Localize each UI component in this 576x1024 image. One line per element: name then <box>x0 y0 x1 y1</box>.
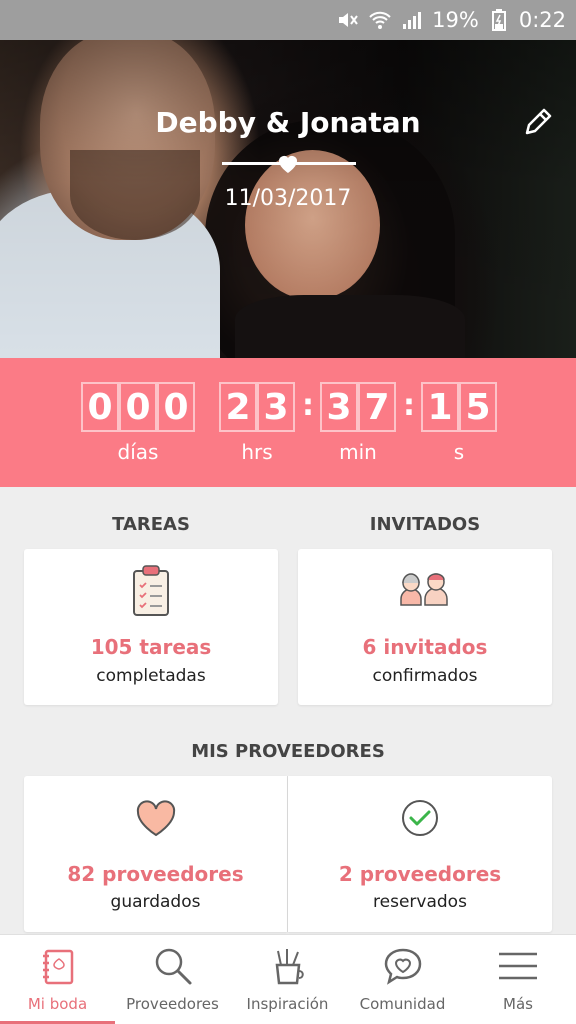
nav-item-inspiracion[interactable]: Inspiración <box>230 935 345 1024</box>
couple-photo[interactable]: Debby & Jonatan 11/03/2017 <box>0 40 576 358</box>
bottom-navigation: Mi boda Proveedores Inspiración Comunida… <box>0 934 576 1024</box>
pencil-icon[interactable] <box>520 104 556 140</box>
nav-label: Inspiración <box>246 995 329 1013</box>
nav-label: Más <box>503 995 533 1013</box>
tasks-card[interactable]: 105 tareas completadas <box>24 549 278 705</box>
seconds-digit: 5 <box>459 382 497 432</box>
booked-vendors-sub: reservados <box>373 892 467 912</box>
nav-item-mas[interactable]: Más <box>460 935 576 1024</box>
status-bar: 19% 0:22 <box>0 0 576 40</box>
couple-name: Debby & Jonatan <box>155 106 421 139</box>
guests-icon <box>397 569 453 609</box>
clipboard-icon <box>129 563 173 619</box>
days-digit: 0 <box>119 382 157 432</box>
nav-label: Comunidad <box>359 995 446 1013</box>
booked-vendors-count: 2 proveedores <box>338 862 502 886</box>
tasks-count: 105 tareas <box>90 635 212 659</box>
time-separator: : <box>302 388 314 423</box>
time-separator: : <box>403 388 415 423</box>
hours-digit: 2 <box>219 382 257 432</box>
days-label: días <box>117 440 159 464</box>
saved-vendors-count: 82 proveedores <box>67 862 244 886</box>
saved-vendors-sub: guardados <box>110 892 201 912</box>
minutes-digit: 7 <box>358 382 396 432</box>
battery-icon <box>487 9 511 31</box>
heart-icon <box>135 800 177 838</box>
seconds-digit: 1 <box>421 382 459 432</box>
chat-heart-icon <box>382 945 424 987</box>
minutes-label: min <box>339 440 377 464</box>
guests-count: 6 invitados <box>362 635 488 659</box>
battery-percent: 19% <box>432 8 479 32</box>
countdown: 0 0 0 2 3 : 3 7 : 1 5 días hrs min s <box>0 358 576 487</box>
wifi-icon <box>368 10 392 30</box>
nav-item-mi-boda[interactable]: Mi boda <box>0 935 115 1024</box>
hours-label: hrs <box>241 440 273 464</box>
guests-title: INVITADOS <box>369 514 481 535</box>
wedding-date: 11/03/2017 <box>224 186 352 211</box>
search-icon <box>152 945 194 987</box>
hours-digit: 3 <box>257 382 295 432</box>
tasks-sub: completadas <box>96 666 206 686</box>
days-digit: 0 <box>81 382 119 432</box>
nav-label: Proveedores <box>126 995 219 1013</box>
seconds-label: s <box>453 440 465 464</box>
tasks-title: TAREAS <box>112 514 190 535</box>
guests-sub: confirmados <box>372 666 478 686</box>
pencil-cup-icon <box>267 945 309 987</box>
vendors-title: MIS PROVEEDORES <box>191 741 385 762</box>
nav-item-comunidad[interactable]: Comunidad <box>345 935 460 1024</box>
signal-icon <box>400 10 424 30</box>
clock: 0:22 <box>518 8 566 32</box>
minutes-digit: 3 <box>320 382 358 432</box>
nav-label: Mi boda <box>27 995 88 1013</box>
saved-vendors-card[interactable]: 82 proveedores guardados <box>24 776 287 932</box>
booked-vendors-card[interactable]: 2 proveedores reservados <box>288 776 552 932</box>
notebook-icon <box>37 945 79 987</box>
divider-line-left <box>222 162 282 165</box>
days-digit: 0 <box>157 382 195 432</box>
menu-icon <box>497 945 539 987</box>
nav-item-proveedores[interactable]: Proveedores <box>115 935 230 1024</box>
check-circle-icon <box>400 798 440 838</box>
guests-card[interactable]: 6 invitados confirmados <box>298 549 552 705</box>
divider-line-right <box>296 162 356 165</box>
mute-icon <box>336 10 360 30</box>
